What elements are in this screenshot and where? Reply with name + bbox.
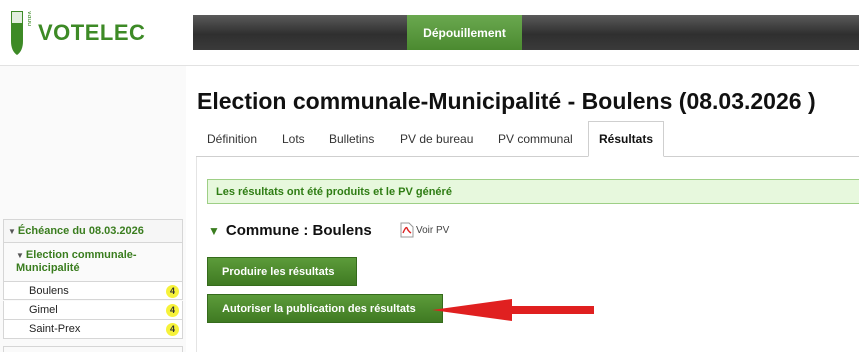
- sidebar-election[interactable]: ▼ Election communale-Municipalité: [3, 243, 183, 281]
- tab-definition[interactable]: Définition: [207, 121, 257, 157]
- logo-area: vaud VOTELEC: [0, 0, 193, 65]
- sidebar-item-label: Gimel: [29, 304, 58, 316]
- sidebar-item-gimel[interactable]: Gimel 4: [3, 301, 183, 320]
- count-badge: 4: [166, 285, 179, 298]
- tab-bulletins[interactable]: Bulletins: [329, 121, 374, 157]
- expand-triangle-icon: ▼: [208, 224, 220, 238]
- sidebar-echeance[interactable]: ▼ Échéance du 08.03.2026: [3, 219, 183, 243]
- sidebar-item-label: Saint-Prex: [29, 323, 81, 335]
- sidebar-item-label: Boulens: [29, 285, 69, 297]
- sidebar-item-boulens[interactable]: Boulens 4: [3, 281, 183, 300]
- brand-name: VOTELEC: [38, 20, 146, 45]
- annotation-arrow-icon: [432, 299, 594, 321]
- top-nav-bar: Dépouillement: [193, 15, 859, 50]
- nav-depouillement[interactable]: Dépouillement: [407, 15, 522, 50]
- tab-lots[interactable]: Lots: [282, 121, 305, 157]
- tab-resultats[interactable]: Résultats: [588, 121, 665, 157]
- produce-results-button[interactable]: Produire les résultats: [207, 257, 357, 286]
- svg-text:vaud: vaud: [26, 11, 31, 26]
- commune-heading[interactable]: ▼ Commune : Boulens: [208, 222, 372, 239]
- tab-pv-bureau[interactable]: PV de bureau: [400, 121, 473, 157]
- count-badge: 4: [166, 304, 179, 317]
- voir-pv-label: Voir PV: [416, 224, 450, 236]
- canton-vaud-seal-icon: vaud: [11, 11, 31, 55]
- count-badge: 4: [166, 323, 179, 336]
- sidebar-item-saint-prex[interactable]: Saint-Prex 4: [3, 320, 183, 339]
- success-message: Les résultats ont été produits et le PV …: [207, 179, 859, 204]
- pdf-icon: [400, 222, 414, 238]
- collapse-triangle-icon: ▼: [8, 227, 16, 236]
- collapse-triangle-icon: ▼: [16, 251, 24, 260]
- tab-bar: Définition Lots Bulletins PV de bureau P…: [196, 121, 859, 157]
- commune-heading-label: Commune : Boulens: [225, 222, 372, 239]
- page-title: Election communale-Municipalité - Boulen…: [197, 88, 816, 114]
- content-border: [196, 157, 197, 352]
- tab-pv-communal[interactable]: PV communal: [498, 121, 573, 157]
- voir-pv-link[interactable]: Voir PV: [400, 222, 449, 238]
- sidebar-echeance-label: Échéance du 08.03.2026: [17, 225, 144, 237]
- sidebar-section-divider: [3, 346, 183, 352]
- authorize-publication-button[interactable]: Autoriser la publication des résultats: [207, 294, 443, 323]
- sidebar-election-label: Election communale-Municipalité: [16, 249, 137, 274]
